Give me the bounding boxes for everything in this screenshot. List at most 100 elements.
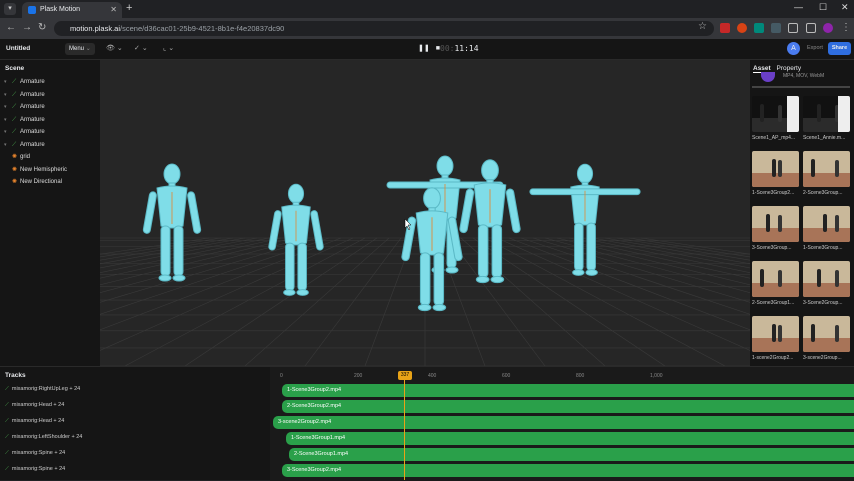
minimize-icon[interactable]: — — [794, 2, 803, 12]
scene-item[interactable]: ▾ ⟋ Armature — [0, 89, 100, 102]
asset-thumbnail[interactable]: 3-scene2Group... — [803, 316, 850, 361]
bone-icon: ⟋ — [12, 141, 17, 148]
expand-caret-icon[interactable]: ▾ — [4, 76, 12, 89]
scene-item[interactable]: ✺ New Directional — [0, 176, 100, 189]
expand-caret-icon[interactable]: ▾ — [4, 126, 12, 139]
asset-thumbnail[interactable]: 2-Scene3Group... — [803, 151, 850, 196]
expand-caret-icon[interactable]: ▾ — [4, 114, 12, 127]
expand-caret-icon[interactable]: ▾ — [4, 89, 12, 102]
video-clip[interactable]: 3-scene2Group2.mp4 — [273, 416, 854, 429]
timecode-dim: 00: — [440, 44, 455, 53]
expand-caret-icon[interactable]: ▾ — [4, 101, 12, 114]
profile-avatar-icon[interactable] — [823, 23, 833, 33]
asset-caption: 3-scene2Group... — [803, 355, 842, 361]
menu-button[interactable]: Menu ⌄ — [65, 43, 95, 55]
video-clip[interactable]: 1-Scene3Group1.mp4 — [286, 432, 854, 445]
visibility-dropdown[interactable]: 👁 ⌄ — [106, 43, 123, 55]
light-icon: ✺ — [12, 154, 18, 160]
address-bar[interactable]: motion.plask.ai/scene/d36cac01-25b9-4521… — [54, 21, 714, 36]
viewport-canvas[interactable] — [100, 60, 750, 366]
scene-item-label: grid — [20, 154, 31, 160]
browser-tab[interactable]: Plask Motion ✕ — [22, 2, 122, 18]
video-clip[interactable]: 2-Scene3Group1.mp4 — [289, 448, 854, 461]
scene-item[interactable]: ▾ ⟋ Armature — [0, 114, 100, 127]
3d-viewport[interactable] — [100, 60, 750, 366]
track-label-text: mixamorig:Spine + 24 — [11, 466, 66, 472]
tab-property[interactable]: Property — [777, 65, 802, 72]
video-clip[interactable]: 1-Scene3Group2.mp4 — [282, 384, 854, 397]
close-window-icon[interactable]: ✕ — [841, 2, 849, 13]
scene-item[interactable]: ▾ ⟋ Armature — [0, 76, 100, 89]
timecode-value: 11:14 — [454, 44, 479, 53]
close-tab-icon[interactable]: ✕ — [110, 2, 117, 18]
share-button[interactable]: Share — [828, 42, 851, 55]
asset-caption: 2-Scene3Group1... — [752, 300, 795, 306]
bookmark-star-icon[interactable]: ☆ — [698, 21, 707, 32]
bone-icon: ⟋ — [12, 104, 17, 110]
tab-search-icon[interactable]: ▾ — [4, 3, 16, 15]
export-button[interactable]: Export — [807, 45, 823, 51]
browser-tab-strip: ▾ Plask Motion ✕ + — ☐ ✕ — [0, 0, 854, 18]
select-dropdown[interactable]: ✓ ⌄ — [134, 43, 148, 55]
video-thumbnail-image — [752, 261, 799, 297]
new-tab-icon[interactable]: + — [126, 2, 132, 14]
asset-caption: 2-Scene3Group... — [803, 190, 843, 196]
bone-icon: ⟋ — [5, 386, 9, 392]
asset-panel: Asset Property MP4, MOV, WebM Scene1_AP_… — [750, 60, 854, 366]
playhead-line[interactable] — [404, 380, 405, 480]
upload-icon[interactable] — [761, 72, 775, 82]
playhead-frame[interactable]: 337 — [398, 371, 412, 380]
track-label[interactable]: ⟋ mixamorig:Spine + 24 — [5, 450, 65, 457]
forward-icon[interactable]: → — [22, 22, 32, 33]
scene-item[interactable]: ▾ ⟋ Armature — [0, 126, 100, 139]
pause-icon[interactable]: ❚❚ — [418, 45, 430, 52]
scene-item[interactable]: ✺ grid — [0, 151, 100, 164]
extension-icon[interactable] — [771, 23, 781, 33]
extension-icon[interactable] — [754, 23, 764, 33]
asset-thumbnail[interactable]: 3-Scene3Group... — [752, 206, 799, 251]
track-label[interactable]: ⟋ mixamorig:Head + 24 — [5, 402, 64, 409]
scene-item-label: New Directional — [20, 179, 63, 185]
expand-caret-icon[interactable]: ▾ — [4, 139, 12, 152]
light-icon: ✺ — [12, 166, 18, 173]
asset-caption: Scene1_Annie.m... — [803, 135, 846, 141]
track-label[interactable]: ⟋ mixamorig:RightUpLeg + 24 — [5, 386, 80, 393]
bone-icon: ⟋ — [12, 91, 17, 98]
scene-item-label: Armature — [20, 141, 45, 148]
asset-thumbnail[interactable]: 1-Scene3Group... — [803, 206, 850, 251]
video-thumbnail-image — [803, 316, 850, 352]
bone-icon: ⟋ — [5, 434, 9, 440]
axis-dropdown[interactable]: ⌞ ⌄ — [163, 43, 174, 55]
scene-item[interactable]: ✺ New Hemispheric — [0, 164, 100, 177]
track-label[interactable]: ⟋ mixamorig:Spine + 24 — [5, 466, 65, 473]
timeline[interactable]: 0 200 400 600 800 1,000 1-Scene3Group2.mp4 2-S… — [270, 367, 854, 481]
asset-caption: 1-scene2Group2... — [752, 355, 794, 361]
scene-item[interactable]: ▾ ⟋ Armature — [0, 139, 100, 152]
side-panel-icon[interactable] — [806, 23, 816, 33]
track-label[interactable]: ⟋ mixamorig:LeftShoulder + 24 — [5, 434, 82, 441]
maximize-icon[interactable]: ☐ — [819, 2, 827, 13]
video-clip[interactable]: 2-Scene3Group2.mp4 — [282, 400, 854, 413]
back-icon[interactable]: ← — [6, 22, 16, 33]
video-thumbnail-image — [803, 96, 850, 132]
track-label[interactable]: ⟋ mixamorig:Head + 24 — [5, 418, 64, 425]
asset-thumbnail[interactable]: Scene1_AP_mp4... — [752, 96, 799, 141]
extensions-puzzle-icon[interactable] — [788, 23, 798, 33]
asset-thumbnail[interactable]: 1-Scene3Group2... — [752, 151, 799, 196]
bone-icon: ⟋ — [12, 129, 17, 135]
extension-icon[interactable] — [737, 23, 747, 33]
user-avatar[interactable]: A — [787, 42, 800, 55]
asset-thumbnail[interactable]: 3-Scene2Group... — [803, 261, 850, 306]
asset-thumbnail[interactable]: Scene1_Annie.m... — [803, 96, 850, 141]
track-label-text: mixamorig:RightUpLeg + 24 — [11, 386, 81, 392]
asset-caption: 1-Scene3Group... — [803, 245, 843, 251]
scene-item[interactable]: ▾ ⟋ Armature — [0, 101, 100, 114]
asset-thumbnail[interactable]: 1-scene2Group2... — [752, 316, 799, 361]
reload-icon[interactable]: ↻ — [38, 22, 46, 33]
video-clip[interactable]: 3-Scene3Group2.mp4 — [282, 464, 854, 477]
bone-icon: ⟋ — [5, 466, 9, 472]
chrome-menu-icon[interactable]: ⋮ — [841, 22, 851, 33]
asset-thumbnail[interactable]: 2-Scene3Group1... — [752, 261, 799, 306]
divider — [752, 86, 850, 88]
extension-icon[interactable] — [720, 23, 730, 33]
